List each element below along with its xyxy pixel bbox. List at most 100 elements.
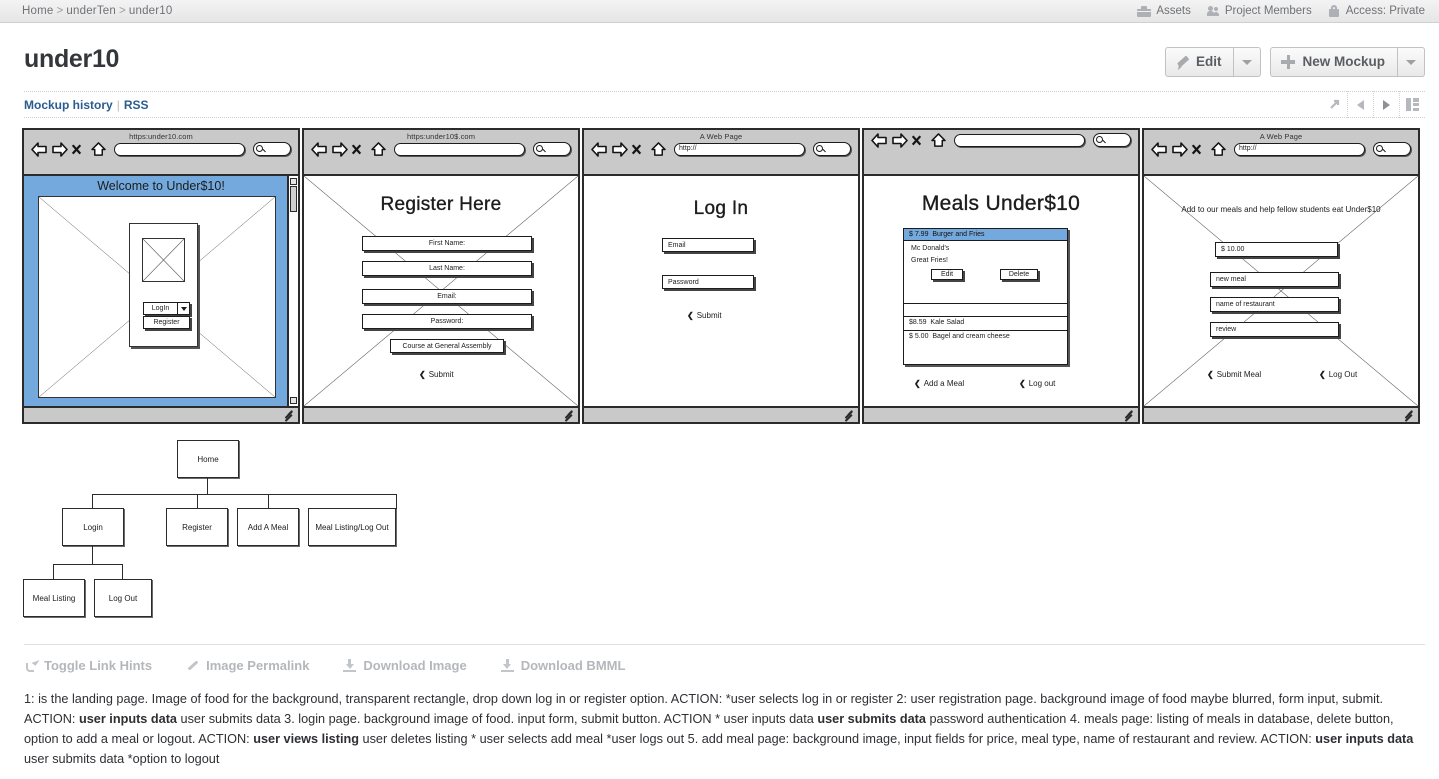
back-arrow-icon[interactable]: [1151, 142, 1167, 157]
edit-dropdown-toggle[interactable]: [1234, 47, 1262, 77]
review-field[interactable]: review: [1210, 322, 1339, 337]
browser-search-box[interactable]: [253, 142, 291, 156]
login-dropdown-arrow[interactable]: [177, 302, 190, 315]
browser-search-box[interactable]: [1373, 142, 1411, 156]
previous-mockup-button[interactable]: [1347, 91, 1373, 118]
chevron-down-icon: [1406, 59, 1416, 65]
history-links: Mockup history | RSS: [24, 98, 149, 112]
back-arrow-icon[interactable]: [31, 142, 47, 157]
external-link-button[interactable]: [1321, 91, 1347, 118]
vertical-scrollbar[interactable]: [287, 176, 298, 406]
mockup-addmeal[interactable]: A Web Page http:// Add to our meals and …: [1142, 128, 1420, 424]
login-dropdown[interactable]: LogIn: [143, 302, 178, 315]
sitemap-node-meal-listing-log-out[interactable]: Meal Listing/Log Out: [308, 508, 396, 546]
home-icon[interactable]: [931, 133, 946, 147]
scrollbar-thumb[interactable]: [290, 186, 297, 212]
address-bar[interactable]: [114, 142, 245, 156]
password-field[interactable]: Password:: [362, 314, 532, 329]
mockup-login[interactable]: A Web Page http:// Log In Email Password…: [582, 128, 860, 424]
new-mockup-button[interactable]: New Mockup: [1270, 47, 1398, 77]
login-submit-link[interactable]: ❮ Submit: [687, 311, 722, 320]
meal-name-field[interactable]: new meal: [1210, 272, 1339, 287]
browser-search-box[interactable]: [533, 142, 571, 156]
close-icon[interactable]: [631, 142, 646, 156]
restaurant-name-field[interactable]: name of restaurant: [1210, 297, 1339, 312]
sitemap-node-home[interactable]: Home: [177, 440, 239, 478]
back-arrow-icon[interactable]: [311, 142, 327, 157]
next-mockup-button[interactable]: [1373, 91, 1399, 118]
email-field[interactable]: Email:: [362, 289, 532, 304]
login-password-field[interactable]: Password: [662, 275, 754, 289]
access-private-link[interactable]: Access: Private: [1328, 5, 1425, 17]
project-members-link[interactable]: Project Members: [1206, 5, 1312, 17]
addmeal-log-out-link[interactable]: ❮ Log Out: [1319, 370, 1357, 379]
download-image-button[interactable]: Download Image: [343, 658, 467, 673]
mockup-history-link[interactable]: Mockup history: [24, 98, 113, 112]
breadcrumb-item-home[interactable]: Home: [22, 5, 53, 17]
sitemap-node-register[interactable]: Register: [166, 508, 228, 546]
home-icon[interactable]: [1211, 142, 1226, 156]
breadcrumb-item-underten[interactable]: underTen: [66, 5, 116, 17]
meal-list-row[interactable]: $ 5.00 Bagel and cream cheese: [904, 330, 1067, 344]
download-bmml-button[interactable]: Download BMML: [500, 658, 625, 673]
forward-arrow-icon[interactable]: [51, 142, 68, 157]
sitemap-node-log-out[interactable]: Log Out: [94, 579, 152, 617]
add-a-meal-link[interactable]: ❮ Add a Meal: [914, 379, 964, 388]
edit-button[interactable]: Edit: [1164, 47, 1235, 77]
browser-title: https:under10$.com: [406, 132, 476, 141]
address-bar[interactable]: [954, 133, 1085, 147]
mockup-meals[interactable]: Meals Under$10 $ 7.99 Burger and Fries M…: [862, 128, 1140, 424]
rss-link[interactable]: RSS: [124, 98, 149, 112]
breadcrumb-item-under10[interactable]: under10: [129, 5, 173, 17]
close-icon[interactable]: [71, 142, 86, 156]
home-icon[interactable]: [371, 142, 386, 156]
browser-search-box[interactable]: [1093, 133, 1131, 147]
address-bar[interactable]: [394, 142, 525, 156]
register-button[interactable]: Register: [143, 316, 190, 329]
close-icon[interactable]: [911, 133, 926, 147]
meal-list-row-blank[interactable]: [904, 303, 1067, 316]
course-select[interactable]: Course at General Assembly: [390, 339, 504, 353]
forward-arrow-icon[interactable]: [1171, 142, 1188, 157]
first-name-field[interactable]: First Name:: [362, 236, 532, 251]
scroll-down-button[interactable]: [290, 397, 297, 404]
last-name-field[interactable]: Last Name:: [362, 261, 532, 276]
login-email-field[interactable]: Email: [662, 238, 754, 252]
previous-icon: [1357, 99, 1364, 110]
scroll-up-button[interactable]: [290, 178, 297, 185]
meal-detail: Mc Donald's Great Fries! Edit Delete: [904, 241, 1067, 303]
image-permalink-button[interactable]: Image Permalink: [186, 658, 309, 673]
share-arrow-icon: [24, 657, 40, 672]
meal-list-row[interactable]: $8.59 Kale Salad: [904, 316, 1067, 330]
close-icon[interactable]: [351, 142, 366, 156]
browser-search-box[interactable]: [813, 142, 851, 156]
forward-arrow-icon[interactable]: [891, 133, 908, 148]
sitemap-node-login[interactable]: Login: [62, 508, 124, 546]
assets-link[interactable]: Assets: [1137, 5, 1191, 17]
new-mockup-dropdown-toggle[interactable]: [1398, 47, 1425, 77]
address-bar[interactable]: http://: [1234, 142, 1365, 156]
register-submit-link[interactable]: ❮ Submit: [419, 370, 454, 379]
delete-meal-button[interactable]: Delete: [1000, 269, 1038, 280]
panels-view-button[interactable]: [1399, 91, 1425, 118]
sitemap-node-meal-listing[interactable]: Meal Listing: [23, 579, 85, 617]
submit-meal-link[interactable]: ❮ Submit Meal: [1207, 370, 1261, 379]
back-arrow-icon[interactable]: [591, 142, 607, 157]
mockup-register[interactable]: https:under10$.com Register Here First N…: [302, 128, 580, 424]
close-icon[interactable]: [1191, 142, 1206, 156]
edit-meal-button[interactable]: Edit: [931, 269, 963, 280]
forward-arrow-icon[interactable]: [611, 142, 628, 157]
address-bar[interactable]: http://: [674, 142, 805, 156]
browser-title: A Web Page: [1259, 132, 1303, 141]
home-icon[interactable]: [91, 142, 106, 156]
price-field[interactable]: $ 10.00: [1215, 242, 1338, 257]
forward-arrow-icon[interactable]: [331, 142, 348, 157]
log-out-link[interactable]: ❮ Log out: [1019, 379, 1055, 388]
mockup-landing[interactable]: https:under10.com Welcome to Under$10! L…: [22, 128, 300, 424]
sitemap-node-add-a-meal[interactable]: Add A Meal: [237, 508, 299, 546]
meal-list-row-selected[interactable]: $ 7.99 Burger and Fries: [904, 229, 1067, 241]
image-permalink-label: Image Permalink: [206, 658, 310, 673]
home-icon[interactable]: [651, 142, 666, 156]
toggle-link-hints-button[interactable]: Toggle Link Hints: [24, 657, 152, 673]
back-arrow-icon[interactable]: [871, 133, 887, 148]
